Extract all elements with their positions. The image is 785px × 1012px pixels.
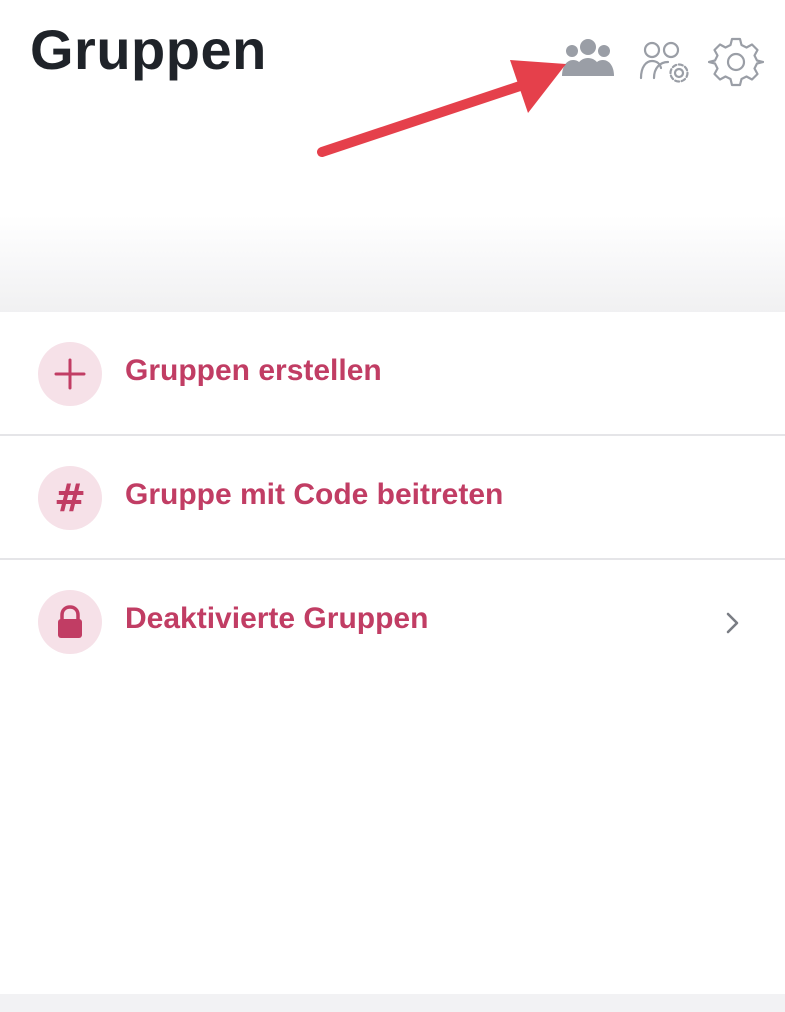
plus-icon bbox=[38, 342, 102, 406]
lock-icon bbox=[38, 590, 102, 654]
group-settings-icon[interactable] bbox=[638, 34, 694, 90]
deactivated-groups-item[interactable]: Deaktivierte Gruppen bbox=[0, 560, 785, 682]
hash-icon: # bbox=[38, 466, 102, 530]
section-shadow bbox=[0, 215, 785, 315]
page-title: Gruppen bbox=[30, 18, 267, 81]
create-group-item[interactable]: Gruppen erstellen bbox=[0, 312, 785, 434]
join-group-with-code-item[interactable]: # Gruppe mit Code beitreten bbox=[0, 436, 785, 558]
create-group-label: Gruppen erstellen bbox=[125, 354, 382, 387]
group-menu: Gruppen erstellen # Gruppe mit Code beit… bbox=[0, 312, 785, 1012]
gear-icon[interactable] bbox=[708, 34, 764, 90]
chevron-right-icon bbox=[726, 612, 739, 634]
groups-icon[interactable] bbox=[560, 34, 616, 90]
header-toolbar bbox=[560, 34, 765, 90]
bottom-shadow bbox=[0, 994, 785, 1012]
join-group-label: Gruppe mit Code beitreten bbox=[125, 478, 504, 511]
deactivated-groups-label: Deaktivierte Gruppen bbox=[125, 602, 429, 635]
